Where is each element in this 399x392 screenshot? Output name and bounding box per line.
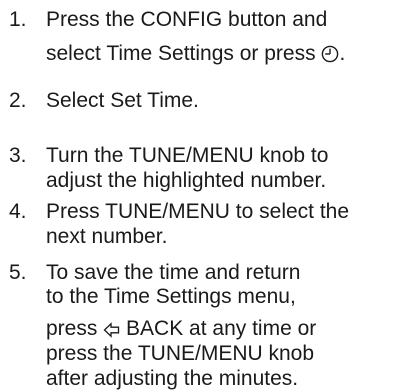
text-fragment: after adjusting the minutes. (46, 367, 299, 390)
step-text-line: Press TUNE/MENU to select the (46, 199, 349, 225)
step-number: 5. (9, 261, 27, 284)
text-fragment: select Time Settings or press (46, 42, 322, 65)
text-fragment: Press the CONFIG button and (46, 8, 328, 31)
text-fragment: . (339, 42, 346, 65)
step-text-line: after adjusting the minutes. (46, 366, 298, 392)
text-fragment: To save the time and return (46, 261, 301, 284)
text-fragment: press the TUNE/MENU knob (46, 342, 315, 365)
step-number: 3. (9, 144, 27, 167)
text-fragment: next number. (46, 225, 168, 248)
text-fragment: to the Time Settings menu, (46, 285, 296, 308)
step-number: 2. (9, 89, 27, 112)
step-text-line: To save the time and return (46, 260, 300, 286)
text-fragment: Press TUNE/MENU to select the (46, 200, 350, 223)
step-text-line: next number. (46, 224, 167, 250)
back-arrow-icon (103, 322, 120, 338)
text-fragment: adjust the highlighted number. (46, 169, 327, 192)
step-number: 1. (9, 8, 27, 31)
step-text-line: Select Set Time. (46, 88, 199, 114)
step-text-line: Turn the TUNE/MENU knob to (46, 143, 328, 169)
text-fragment: Select Set Time. (46, 89, 199, 112)
step-text-line: to the Time Settings menu, (46, 284, 296, 310)
text-fragment: BACK at any time or (120, 317, 317, 340)
step-text-line: Press the CONFIG button and (46, 7, 327, 33)
step-text-line: adjust the highlighted number. (46, 168, 326, 194)
text-fragment: Turn the TUNE/MENU knob to (46, 144, 329, 167)
step-text-line: select Time Settings or press . (46, 41, 345, 67)
text-fragment: press (46, 317, 104, 340)
clock-icon (321, 45, 339, 63)
step-number: 4. (9, 200, 27, 223)
step-text-line: press the TUNE/MENU knob (46, 341, 314, 367)
step-text-line: press BACK at any time or (46, 316, 316, 342)
